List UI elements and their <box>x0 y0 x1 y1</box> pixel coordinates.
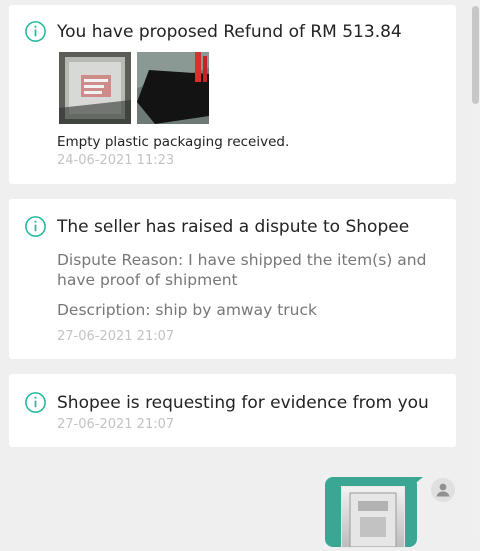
info-circle-icon <box>25 21 46 42</box>
refund-timestamp: 24-06-2021 11:23 <box>57 153 175 168</box>
info-circle-icon <box>25 216 46 237</box>
evidence-request-title: Shopee is requesting for evidence from y… <box>57 393 429 413</box>
package-photo <box>349 492 397 548</box>
scrollbar-thumb[interactable] <box>472 6 479 104</box>
dispute-title: The seller has raised a dispute to Shope… <box>57 217 410 237</box>
user-avatar-icon <box>431 478 455 502</box>
dispute-timestamp: 27-06-2021 21:07 <box>57 329 175 344</box>
evidence-photo-1[interactable] <box>59 52 131 124</box>
scrollbar[interactable] <box>471 0 480 534</box>
refund-proposal-card: You have proposed Refund of RM 513.84 Em… <box>9 5 456 184</box>
dark-bag-photo <box>137 52 209 124</box>
evidence-photo-2[interactable] <box>137 52 209 124</box>
dispute-reason: Dispute Reason: I have shipped the item(… <box>57 251 427 289</box>
evidence-request-card: Shopee is requesting for evidence from y… <box>9 374 456 447</box>
evidence-request-timestamp: 27-06-2021 21:07 <box>57 417 175 432</box>
chat-evidence-image[interactable] <box>341 486 405 548</box>
seller-dispute-card: The seller has raised a dispute to Shope… <box>9 199 456 359</box>
plastic-packaging-photo <box>59 52 131 124</box>
refund-title: You have proposed Refund of RM 513.84 <box>57 22 402 42</box>
info-circle-icon <box>25 392 46 413</box>
refund-note: Empty plastic packaging received. <box>57 134 290 150</box>
dispute-description: Description: ship by amway truck <box>57 301 317 319</box>
chat-bubble-tail <box>411 477 423 487</box>
